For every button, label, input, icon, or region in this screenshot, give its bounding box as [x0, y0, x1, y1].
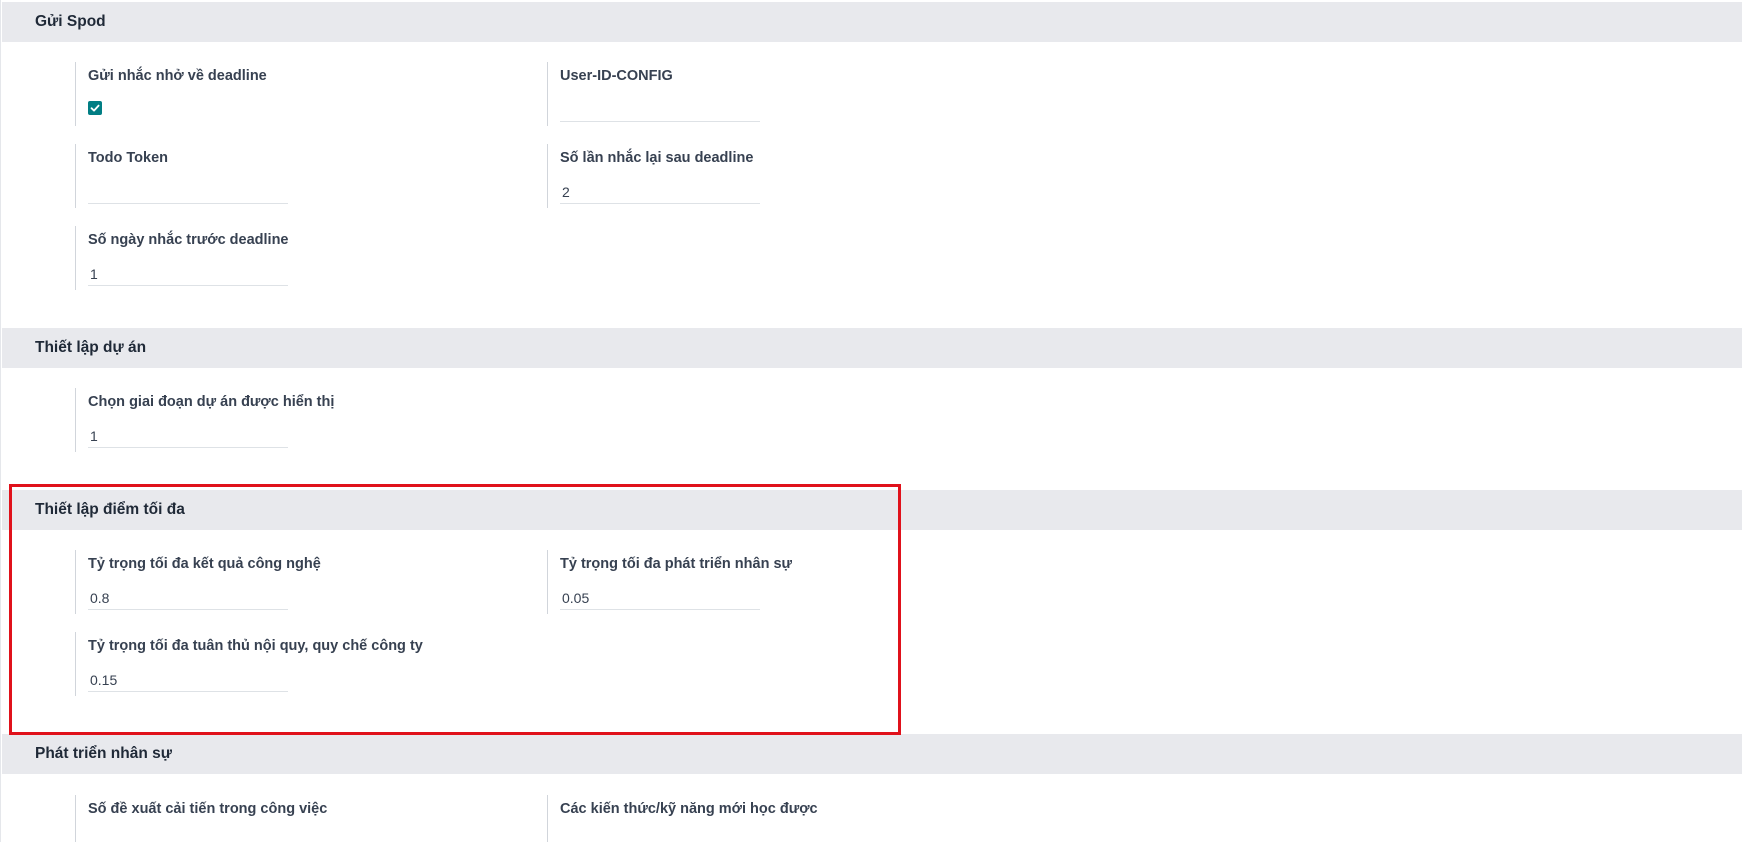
field-days-before-deadline: Số ngày nhắc trước deadline: [75, 226, 328, 290]
field-todo-token: Todo Token: [75, 144, 328, 208]
field-label: Tỷ trọng tối đa tuân thủ nội quy, quy ch…: [88, 638, 423, 654]
field-deadline-reminder: Gửi nhắc nhở về deadline: [75, 62, 328, 126]
field-repeat-after-deadline: Số lần nhắc lại sau deadline: [547, 144, 800, 208]
user-id-config-input[interactable]: [560, 98, 760, 122]
field-label: Todo Token: [88, 150, 169, 166]
section-title: Thiết lập điểm tối đa: [35, 501, 185, 518]
check-icon: [90, 104, 100, 112]
section-header-send-spod: Gửi Spod: [2, 2, 1742, 42]
field-label: Số lần nhắc lại sau deadline: [560, 150, 754, 166]
repeat-after-deadline-input[interactable]: [560, 180, 760, 204]
section-header-hr-development: Phát triển nhân sự: [2, 734, 1742, 774]
field-label: Tỷ trọng tối đa kết quả công nghệ: [88, 556, 321, 572]
hr-development-weight-input[interactable]: [560, 586, 760, 610]
field-label: Gửi nhắc nhở về deadline: [88, 68, 267, 84]
section-header-max-score-settings: Thiết lập điểm tối đa: [2, 490, 1742, 530]
section-title: Thiết lập dự án: [35, 339, 147, 356]
field-project-stage: Chọn giai đoạn dự án được hiển thị: [75, 388, 335, 452]
field-user-id-config: User-ID-CONFIG: [547, 62, 800, 126]
todo-token-input[interactable]: [88, 180, 288, 204]
field-new-skills: Các kiến thức/kỹ năng mới học được: [547, 795, 818, 842]
days-before-deadline-input[interactable]: [88, 262, 288, 286]
deadline-reminder-checkbox[interactable]: [88, 101, 102, 115]
section-header-project-settings: Thiết lập dự án: [2, 328, 1742, 368]
field-label: Số ngày nhắc trước deadline: [88, 232, 289, 248]
tech-result-weight-input[interactable]: [88, 586, 288, 610]
section-title: Phát triển nhân sự: [35, 745, 172, 762]
field-label: Tỷ trọng tối đa phát triển nhân sự: [560, 556, 793, 572]
field-label: Chọn giai đoạn dự án được hiển thị: [88, 394, 335, 410]
field-compliance-weight: Tỷ trọng tối đa tuân thủ nội quy, quy ch…: [75, 632, 423, 696]
field-improvement-proposals: Số đề xuất cải tiến trong công việc: [75, 795, 328, 842]
section-title: Gửi Spod: [35, 13, 106, 30]
field-label: User-ID-CONFIG: [560, 68, 673, 84]
field-label: Các kiến thức/kỹ năng mới học được: [560, 801, 818, 817]
settings-page: Gửi Spod Gửi nhắc nhở về deadline User-I…: [0, 0, 1743, 842]
field-tech-result-weight: Tỷ trọng tối đa kết quả công nghệ: [75, 550, 328, 614]
field-label: Số đề xuất cải tiến trong công việc: [88, 801, 328, 817]
project-stage-input[interactable]: [88, 424, 288, 448]
field-hr-development-weight: Tỷ trọng tối đa phát triển nhân sự: [547, 550, 800, 614]
compliance-weight-input[interactable]: [88, 668, 288, 692]
